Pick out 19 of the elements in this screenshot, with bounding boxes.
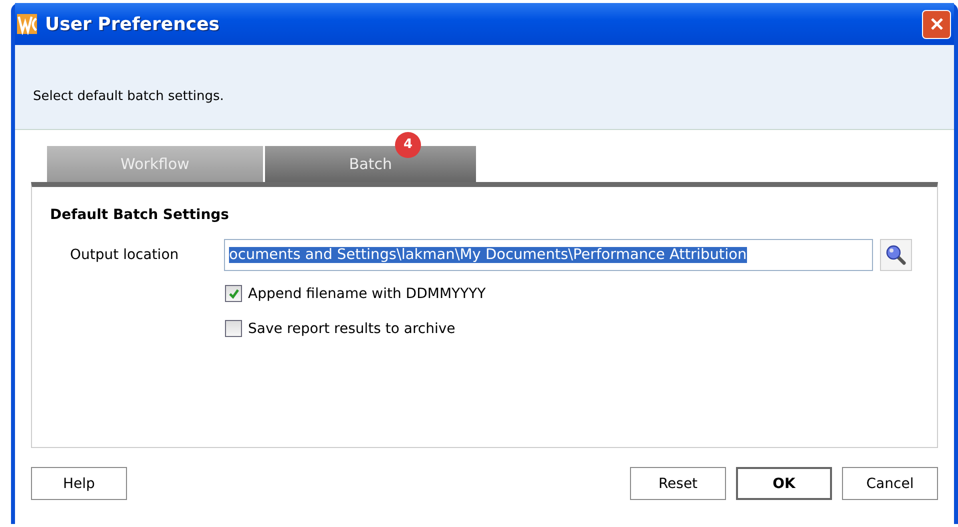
browse-button[interactable] [880, 239, 912, 271]
close-icon [928, 16, 944, 32]
dialog-button[interactable]: Reset [630, 467, 726, 500]
window-title: User Preferences [45, 14, 220, 34]
checkbox-label: Save report results to archive [248, 320, 456, 336]
section-title: Default Batch Settings [50, 207, 230, 223]
checkbox[interactable] [225, 320, 242, 337]
checkbox[interactable] [225, 285, 242, 302]
count-badge: 4 [395, 132, 421, 158]
checkbox-label: Append filename with DDMMYYYY [248, 286, 486, 302]
dialog-button[interactable]: Help [31, 467, 127, 500]
dialog-button[interactable]: OK [736, 467, 832, 500]
search-icon [885, 244, 907, 266]
field-label: Output location [69, 247, 180, 263]
instruction-text: Select default batch settings. [33, 88, 224, 104]
output-location-field[interactable]: ocuments and Settings\lakman\My Documents\Performance Attribution [224, 239, 873, 271]
dialog-button[interactable]: Cancel [842, 467, 938, 500]
close-button[interactable] [922, 10, 951, 38]
logo-icon [17, 13, 37, 35]
